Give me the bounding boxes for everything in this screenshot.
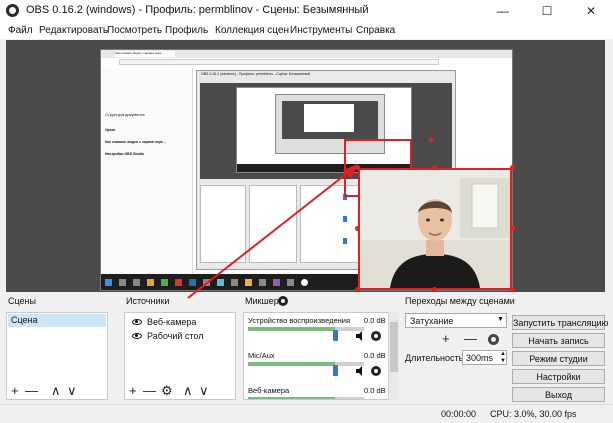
- add-scene-button[interactable]: +: [11, 383, 19, 398]
- start-recording-button[interactable]: Начать запись: [512, 333, 605, 348]
- spin-up-icon[interactable]: ▲: [500, 351, 506, 357]
- scenes-list[interactable]: Сцена + — ∧ ∨: [6, 312, 108, 400]
- add-source-button[interactable]: +: [129, 383, 137, 398]
- channel-settings-gear-icon[interactable]: [371, 366, 381, 376]
- sources-title: Источники: [126, 296, 170, 306]
- channel-settings-gear-icon[interactable]: [371, 331, 381, 341]
- chevron-down-icon: ▼: [497, 316, 504, 323]
- source-item-desktop[interactable]: Рабочий стол: [129, 330, 235, 343]
- settings-button[interactable]: Настройки: [512, 369, 605, 384]
- transitions-title: Переходы между сценами: [405, 296, 515, 306]
- transition-select-value: Затухание: [410, 316, 454, 326]
- move-source-down-button[interactable]: ∨: [199, 383, 209, 399]
- mixer-channel: Веб-камера 0.0 dB: [244, 383, 388, 399]
- move-scene-down-button[interactable]: ∨: [67, 383, 77, 399]
- duration-label: Длительность: [405, 353, 464, 363]
- volume-meter: [248, 397, 364, 399]
- visibility-eye-icon[interactable]: [132, 333, 142, 339]
- add-transition-button[interactable]: +: [442, 331, 450, 346]
- mixer-channel-level: 0.0 dB: [364, 351, 386, 360]
- volume-meter-fill: [248, 327, 335, 331]
- mixer-scrollbar[interactable]: [388, 312, 399, 400]
- remove-transition-button[interactable]: —: [464, 331, 477, 346]
- speaker-icon[interactable]: [355, 366, 365, 376]
- mixer-channel: Mic/Aux 0.0 dB: [244, 348, 388, 376]
- start-streaming-button[interactable]: Запустить трансляцию: [512, 315, 608, 330]
- audio-mixer: Устройство воспроизведения 0.0 dB Mic/Au…: [243, 312, 399, 400]
- speaker-icon[interactable]: [355, 331, 365, 341]
- scenes-title: Сцены: [8, 296, 36, 306]
- source-item-webcam[interactable]: Веб-камера: [129, 316, 235, 329]
- stream-time: 00:00:00: [441, 409, 477, 419]
- scrollbar-thumb[interactable]: [390, 322, 398, 372]
- volume-meter: [248, 327, 364, 331]
- scene-item-label: Сцена: [11, 315, 38, 325]
- remove-scene-button[interactable]: —: [25, 383, 38, 398]
- scene-item[interactable]: Сцена: [8, 314, 106, 327]
- mixer-channel-level: 0.0 dB: [364, 316, 386, 325]
- move-source-up-button[interactable]: ∧: [183, 383, 193, 399]
- mixer-channel-name: Устройство воспроизведения: [248, 316, 351, 325]
- mixer-channel-name: Mic/Aux: [248, 351, 275, 360]
- volume-meter: [248, 362, 364, 366]
- studio-mode-button[interactable]: Режим студии: [512, 351, 605, 366]
- mixer-channel: Устройство воспроизведения 0.0 dB: [244, 313, 388, 341]
- spin-down-icon[interactable]: ▼: [500, 358, 506, 364]
- volume-meter-fill: [248, 397, 335, 399]
- transition-settings-gear-icon[interactable]: [488, 334, 499, 345]
- duration-value: 300ms: [466, 353, 494, 363]
- mixer-title: Микшер: [245, 296, 279, 306]
- source-item-label: Веб-камера: [147, 317, 197, 327]
- source-settings-gear-icon[interactable]: ⚙: [161, 383, 173, 399]
- move-scene-up-button[interactable]: ∧: [51, 383, 61, 399]
- mixer-settings-gear-icon[interactable]: [278, 296, 288, 306]
- exit-button[interactable]: Выход: [512, 387, 605, 402]
- duration-spinbox[interactable]: 300ms ▲ ▼: [462, 350, 507, 365]
- remove-source-button[interactable]: —: [143, 383, 156, 398]
- mixer-channel-level: 0.0 dB: [364, 386, 386, 395]
- cpu-fps-readout: CPU: 3.0%, 30.00 fps: [490, 409, 577, 419]
- sources-list[interactable]: Веб-камера Рабочий стол + — ⚙ ∧ ∨: [124, 312, 236, 400]
- visibility-eye-icon[interactable]: [132, 319, 142, 325]
- source-item-label: Рабочий стол: [147, 331, 204, 341]
- status-bar: 00:00:00 CPU: 3.0%, 30.00 fps: [0, 404, 613, 423]
- mixer-channel-name: Веб-камера: [248, 386, 290, 395]
- volume-slider-knob[interactable]: [333, 365, 338, 376]
- transition-select[interactable]: Затухание ▼: [405, 313, 507, 328]
- volume-meter-fill: [248, 362, 335, 366]
- volume-slider-knob[interactable]: [333, 330, 338, 341]
